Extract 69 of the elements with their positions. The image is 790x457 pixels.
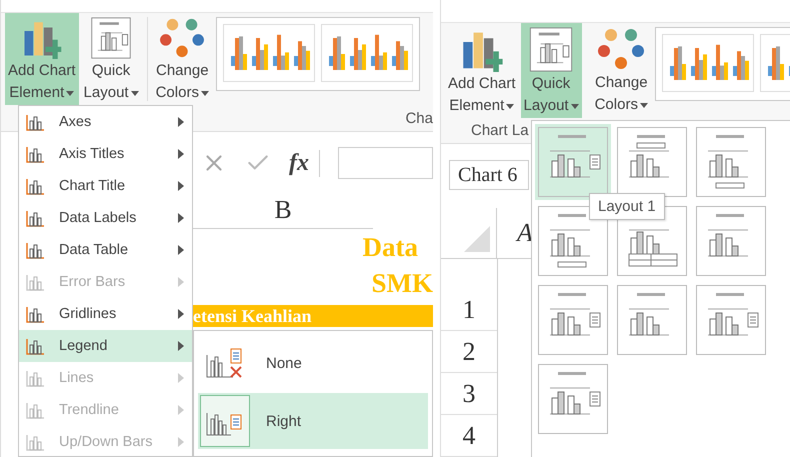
layout-option[interactable] bbox=[696, 285, 766, 355]
chart-element-icon bbox=[25, 369, 45, 387]
submenu-arrow-icon bbox=[178, 245, 184, 255]
menu-item[interactable]: Gridlines bbox=[19, 298, 192, 330]
caret-icon bbox=[66, 90, 74, 96]
chart-element-icon bbox=[25, 273, 45, 291]
group-label: Cha bbox=[405, 110, 433, 126]
color-palette-icon bbox=[158, 17, 206, 59]
quick-layout-button[interactable]: Quick Layout bbox=[520, 23, 582, 118]
chart-element-icon bbox=[25, 241, 45, 259]
submenu-arrow-icon bbox=[178, 373, 184, 383]
chart-element-icon bbox=[25, 337, 45, 355]
name-box[interactable]: Chart 6 bbox=[449, 160, 529, 190]
row-number: 3 bbox=[441, 373, 497, 415]
submenu-arrow-icon bbox=[178, 181, 184, 191]
chart-element-icon bbox=[25, 177, 45, 195]
layout-option[interactable] bbox=[538, 364, 608, 434]
layout-option[interactable] bbox=[617, 127, 687, 197]
sheet-title: Data bbox=[362, 231, 418, 264]
layout-option[interactable] bbox=[538, 285, 608, 355]
caret-icon bbox=[200, 90, 209, 96]
submenu-item[interactable]: Right bbox=[198, 393, 428, 449]
chart-element-icon bbox=[25, 433, 45, 451]
change-colors-button[interactable]: Change Colors bbox=[152, 13, 212, 105]
select-all-icon bbox=[464, 226, 490, 252]
submenu-arrow-icon bbox=[178, 341, 184, 351]
menu-item[interactable]: Axis Titles bbox=[19, 138, 192, 170]
chart-element-icon bbox=[25, 145, 45, 163]
chart-element-icon bbox=[25, 113, 45, 131]
formula-input[interactable] bbox=[338, 147, 433, 179]
submenu-arrow-icon bbox=[178, 117, 184, 127]
add-chart-element-button[interactable]: Add Chart Element bbox=[445, 23, 519, 118]
row-number: 4 bbox=[441, 415, 497, 457]
menu-item[interactable]: Data Table bbox=[19, 234, 192, 266]
layout-option[interactable] bbox=[617, 285, 687, 355]
menu-item[interactable]: Axes bbox=[19, 106, 192, 138]
submenu-arrow-icon bbox=[178, 213, 184, 223]
layout-option[interactable] bbox=[696, 206, 766, 276]
function-label: fx bbox=[289, 150, 320, 176]
add-chart-element-button[interactable]: Add Chart Element bbox=[5, 13, 79, 105]
submenu-arrow-icon bbox=[178, 149, 184, 159]
layout-option[interactable] bbox=[696, 127, 766, 197]
change-colors-button[interactable]: Change Colors bbox=[592, 23, 651, 118]
chart-element-icon bbox=[25, 305, 45, 323]
submenu-arrow-icon bbox=[178, 437, 184, 447]
chart-element-icon bbox=[25, 209, 45, 227]
menu-item[interactable]: Legend bbox=[19, 330, 192, 362]
caret-icon bbox=[506, 104, 514, 108]
layout-option[interactable] bbox=[538, 127, 608, 197]
band-text: etensi Keahlian bbox=[193, 306, 312, 326]
submenu-arrow-icon bbox=[178, 309, 184, 319]
submenu-item[interactable]: None bbox=[198, 335, 428, 391]
caret-icon bbox=[130, 90, 139, 96]
chart-layout-icon bbox=[528, 27, 574, 72]
color-palette-icon bbox=[597, 27, 646, 71]
chart-element-icon bbox=[25, 401, 45, 419]
quick-layout-button[interactable]: Quick Layout bbox=[80, 13, 142, 105]
caret-icon bbox=[570, 104, 579, 108]
group-label: Chart La bbox=[471, 122, 529, 139]
row-number: 1 bbox=[441, 289, 497, 331]
sheet-title: SMK bbox=[371, 267, 433, 300]
caret-icon bbox=[640, 102, 648, 108]
column-header: A bbox=[514, 217, 533, 250]
menu-item[interactable]: Chart Title bbox=[19, 170, 192, 202]
submenu-arrow-icon bbox=[178, 277, 184, 287]
submenu-arrow-icon bbox=[178, 405, 184, 415]
menu-item[interactable]: Data Labels bbox=[19, 202, 192, 234]
tooltip: Layout 1 bbox=[589, 193, 665, 220]
row-number: 2 bbox=[441, 331, 497, 373]
